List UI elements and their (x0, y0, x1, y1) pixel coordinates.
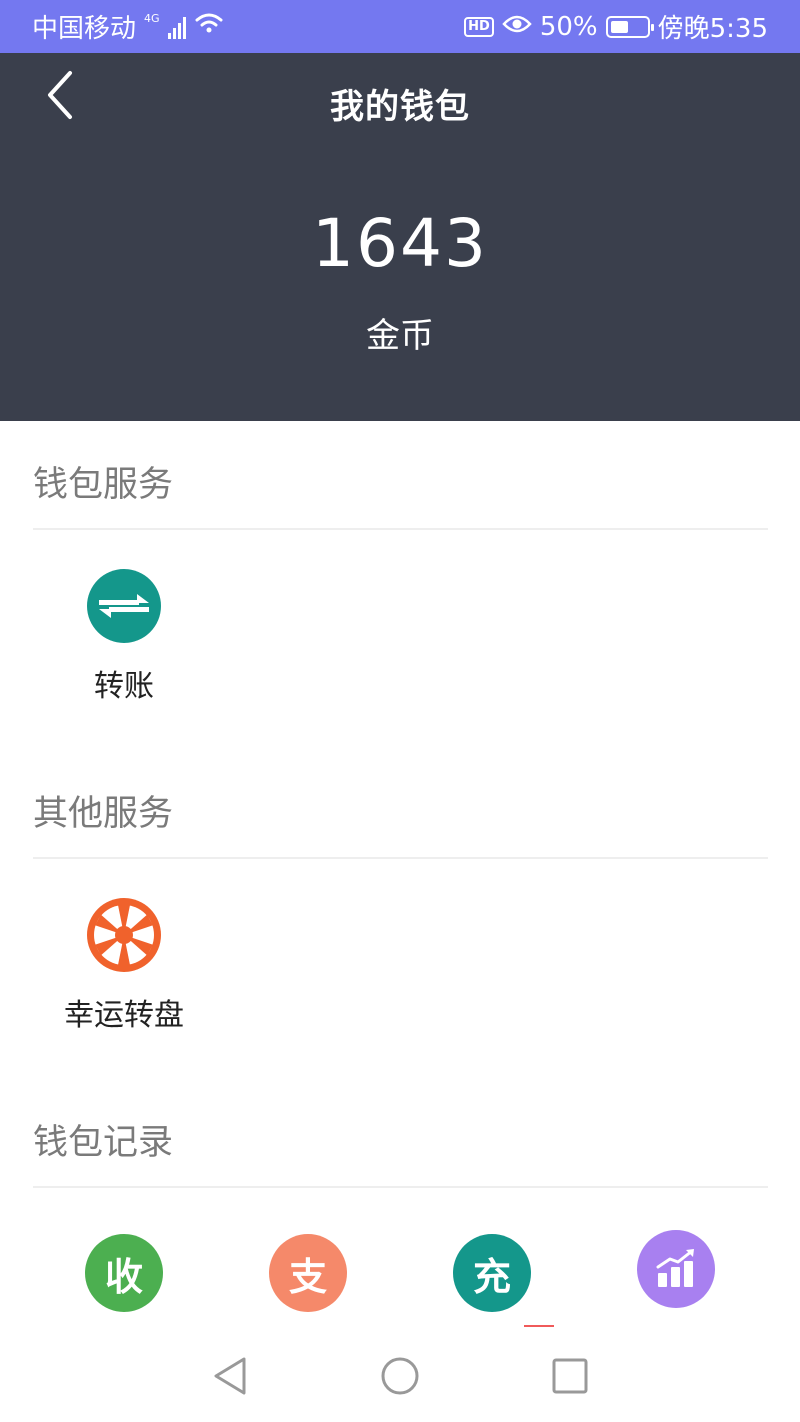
nav-recents-button[interactable] (548, 1354, 592, 1398)
section-title-wallet-services: 钱包服务 (33, 465, 174, 505)
income-icon: 收 (104, 1254, 143, 1299)
lucky-wheel-icon (87, 898, 161, 972)
hd-icon: HD (464, 16, 494, 37)
transfer-label: 转账 (94, 669, 154, 704)
carrier-name: 中国移动 (32, 14, 137, 44)
stats-chart-icon (656, 1249, 694, 1287)
wallet-header: 我的钱包 1643 金币 (0, 53, 800, 421)
status-left: 中国移动 4G (32, 8, 224, 45)
coin-unit-label: 金币 (366, 316, 434, 356)
eye-icon (502, 12, 532, 42)
lucky-wheel-button[interactable]: 幸运转盘 (54, 898, 194, 1034)
transfer-icon (87, 569, 161, 643)
home-circle-icon (381, 1357, 419, 1395)
lucky-wheel-label: 幸运转盘 (64, 998, 184, 1033)
status-right: HD 50% 傍晚5:35 (464, 8, 768, 45)
battery-percent: 50% (539, 11, 598, 42)
section-title-other-services: 其他服务 (33, 794, 174, 834)
divider (33, 528, 768, 530)
coin-balance: 1643 (312, 205, 488, 282)
nav-back-button[interactable] (208, 1354, 252, 1398)
stats-record-button[interactable] (637, 1230, 715, 1308)
recharge-icon: 充 (472, 1254, 511, 1299)
network-type: 4G (144, 12, 160, 25)
system-nav-bar (0, 1328, 800, 1422)
recharge-record-button[interactable]: 充 (453, 1234, 531, 1312)
back-triangle-icon (214, 1357, 246, 1395)
divider (33, 857, 768, 859)
expense-icon: 支 (288, 1254, 327, 1299)
clock-time: 傍晚5:35 (657, 14, 768, 44)
battery-fill (610, 20, 628, 33)
nav-home-button[interactable] (378, 1354, 422, 1398)
battery-icon (605, 15, 654, 38)
tab-indicator (524, 1325, 554, 1327)
expense-record-button[interactable]: 支 (269, 1234, 347, 1312)
transfer-button[interactable]: 转账 (54, 569, 194, 705)
divider (33, 1186, 768, 1188)
status-bar: 中国移动 4G HD 50% 傍晚5:35 (0, 0, 800, 53)
signal-icon (167, 15, 186, 39)
wifi-icon (194, 11, 224, 42)
page-title: 我的钱包 (330, 87, 470, 127)
recents-square-icon (552, 1358, 588, 1394)
section-title-wallet-records: 钱包记录 (33, 1123, 174, 1163)
income-record-button[interactable]: 收 (85, 1234, 163, 1312)
